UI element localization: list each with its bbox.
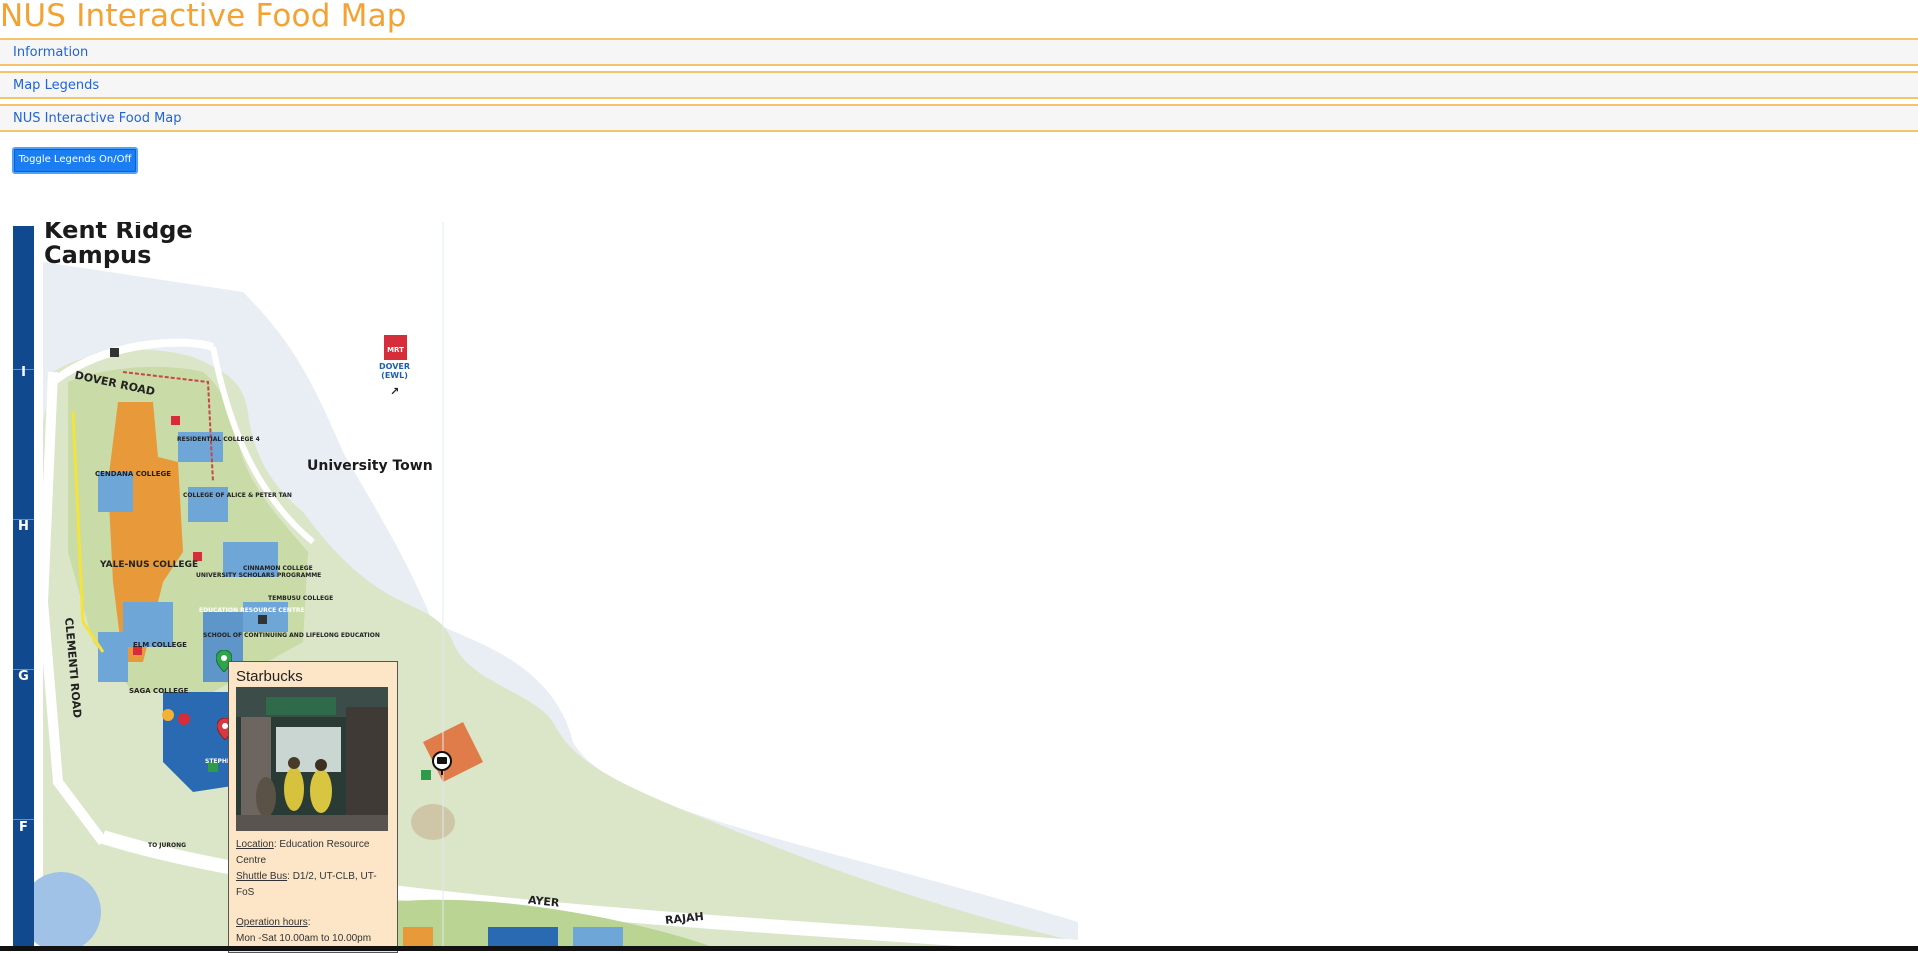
grid-label-f: F [19,820,28,835]
grid-label-g: G [18,669,29,684]
popup-location: Location: Education Resource Centre [236,837,390,869]
accordion-map-legends-label[interactable]: Map Legends [13,78,99,93]
area-label-cinnamon: CINNAMON COLLEGE [243,565,313,572]
area-label-alice-peter-tan: COLLEGE OF ALICE & PETER TAN [183,492,292,499]
accordion-information-label[interactable]: Information [13,45,88,60]
mrt-icon: MRT [384,335,407,360]
campus-title-line2: Campus [44,241,152,269]
area-label-to-jurong: TO JURONG [148,842,187,849]
accordion-information[interactable]: Information [0,38,1918,66]
popup-shuttle-bus: Shuttle Bus: D1/2, UT-CLB, UT-FoS [236,869,390,901]
campus-map[interactable]: I H G F Kent Ridge Campus DOVER ROAD CLE… [13,222,1078,947]
area-label-tembusu: TEMBUSU COLLEGE [268,595,334,602]
bottom-edge-bar [0,946,1918,951]
campus-title: Kent Ridge Campus [44,222,193,268]
popup-hours-label: Operation hours [236,917,308,928]
starbucks-photo [236,687,388,831]
mrt-badge-text: MRT [387,346,404,354]
area-label-usp: UNIVERSITY SCHOLARS PROGRAMME [196,572,322,579]
popup-title: Starbucks [236,668,303,685]
accordion-food-map[interactable]: NUS Interactive Food Map [0,104,1918,132]
map-artwork [21,222,1078,947]
area-label-university-town: University Town [307,458,433,474]
accordion-food-map-label[interactable]: NUS Interactive Food Map [13,111,182,126]
popup-location-label: Location [236,839,274,850]
area-label-elm: ELM COLLEGE [133,641,187,649]
page-title: NUS Interactive Food Map [0,0,407,34]
area-label-saga: SAGA COLLEGE [129,687,189,695]
arrow-northeast-icon: ↗ [390,385,400,398]
mrt-label: DOVER (EWL) [379,362,411,380]
area-label-scale: SCHOOL OF CONTINUING AND LIFELONG EDUCAT… [203,632,380,639]
area-label-yale-nus: YALE-NUS COLLEGE [100,560,199,570]
bus-stop-marker[interactable] [431,751,453,775]
area-label-rc4: RESIDENTIAL COLLEGE 4 [177,436,260,443]
grid-bar [13,226,34,947]
popup-hours-value: Mon -Sat 10.00am to 10.00pm [236,933,372,944]
campus-title-line1: Kent Ridge [44,222,193,244]
accordion-map-legends[interactable]: Map Legends [0,71,1918,99]
toggle-legends-button[interactable]: Toggle Legends On/Off [12,147,138,174]
grid-label-h: H [18,519,29,534]
area-label-cendana: CENDANA COLLEGE [95,470,172,478]
popup-hours-sep: : [307,917,311,928]
grid-label-i: I [21,365,26,380]
popup-bus-label: Shuttle Bus [236,871,288,882]
info-popup: Starbucks Location: Education Resource C… [228,661,398,953]
area-label-erc: EDUCATION RESOURCE CENTRE [199,607,305,614]
popup-hours: Operation hours: [236,915,390,931]
